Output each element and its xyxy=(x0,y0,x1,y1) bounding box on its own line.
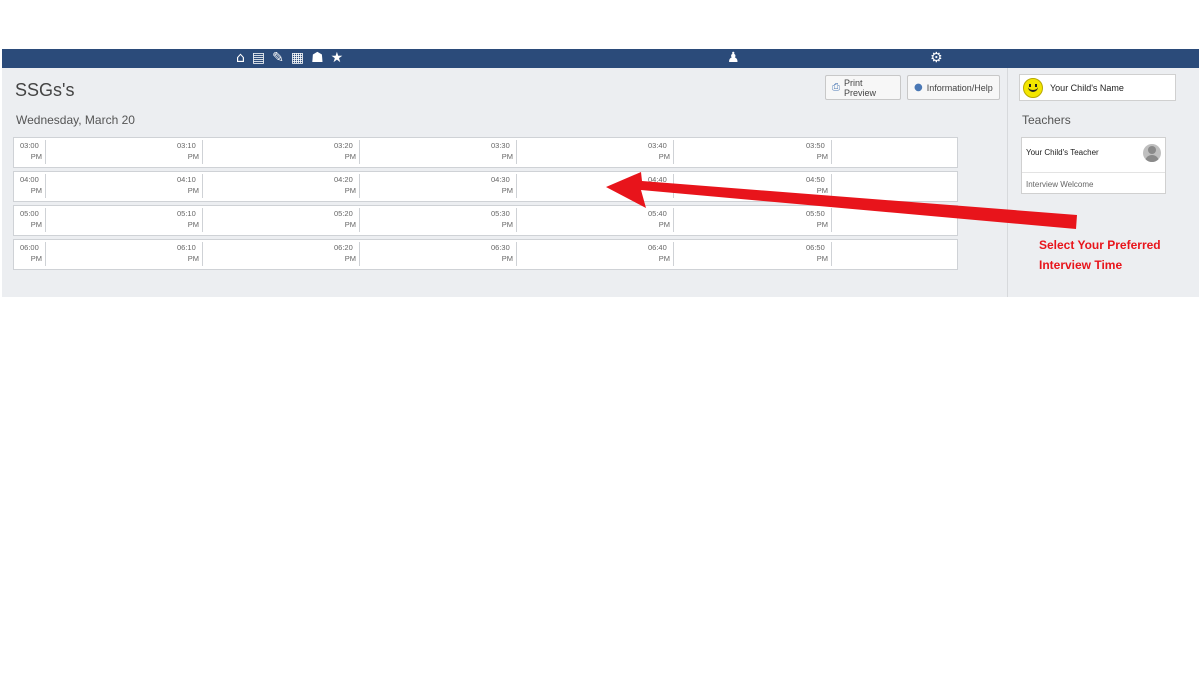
annotation-line-2: Interview Time xyxy=(1039,258,1123,272)
arrow-icon xyxy=(606,172,1077,229)
annotation-arrow xyxy=(606,172,1077,229)
annotation-text: Select Your Preferred Interview Time xyxy=(1039,235,1189,275)
annotation-line-1: Select Your Preferred xyxy=(1039,238,1161,252)
